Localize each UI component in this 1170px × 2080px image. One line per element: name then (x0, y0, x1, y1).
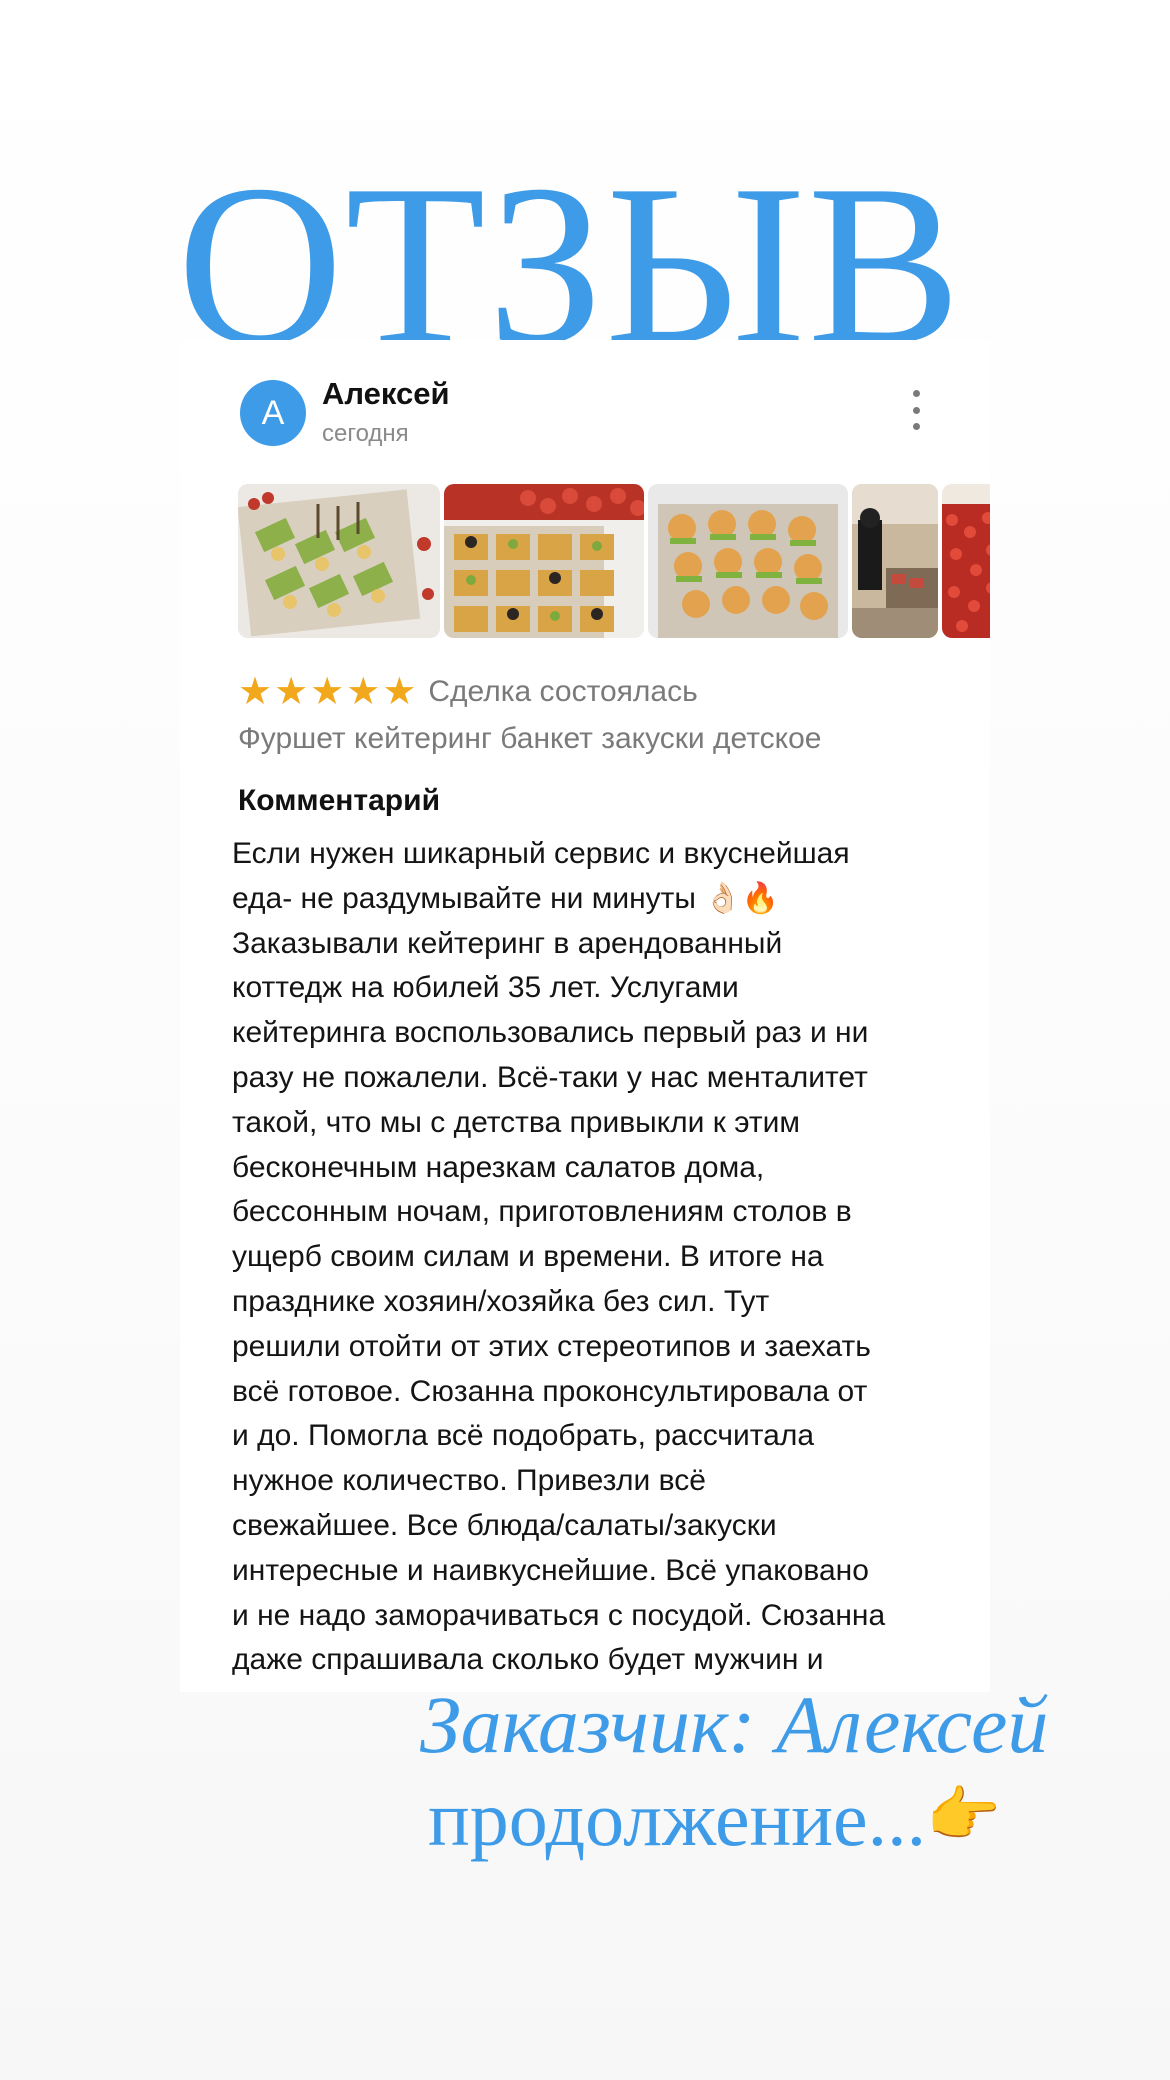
reviewer-name[interactable]: Алексей (322, 376, 450, 412)
star-icon: ★ (346, 671, 381, 713)
mini-burgers-photo[interactable] (648, 484, 848, 638)
more-vertical-icon[interactable] (906, 390, 926, 430)
photo-gallery[interactable] (238, 484, 990, 644)
review-date: сегодня (322, 420, 409, 447)
comment-title: Комментарий (238, 784, 441, 817)
continuation-text: продолжение... (428, 1775, 927, 1862)
review-card: А Алексей сегодня ★ ★ ★ ★ ★ Сделка состо… (180, 340, 990, 1692)
tartlets-platter-photo[interactable] (444, 484, 644, 638)
comment-body: Если нужен шикарный сервис и вкуснейшая … (232, 837, 886, 1677)
pointing-hand-icon: 👉 (926, 1782, 1001, 1848)
customer-caption: Заказчик: Алексей (420, 1679, 1049, 1770)
canapes-platter-photo[interactable] (238, 484, 440, 638)
star-icon: ★ (274, 671, 309, 713)
star-icon: ★ (382, 671, 417, 713)
review-tags: Фуршет кейтеринг банкет закуски детское (238, 722, 822, 755)
star-icon: ★ (310, 671, 345, 713)
avatar[interactable]: А (240, 380, 306, 446)
continuation-caption: продолжение...👉 (428, 1770, 1001, 1864)
deal-status: Сделка состоялась (428, 675, 698, 708)
venue-photo[interactable] (852, 484, 938, 638)
berries-tray-photo[interactable] (942, 484, 990, 638)
rating-row: ★ ★ ★ ★ ★ Сделка состоялась (238, 672, 698, 712)
star-icon: ★ (238, 671, 273, 713)
